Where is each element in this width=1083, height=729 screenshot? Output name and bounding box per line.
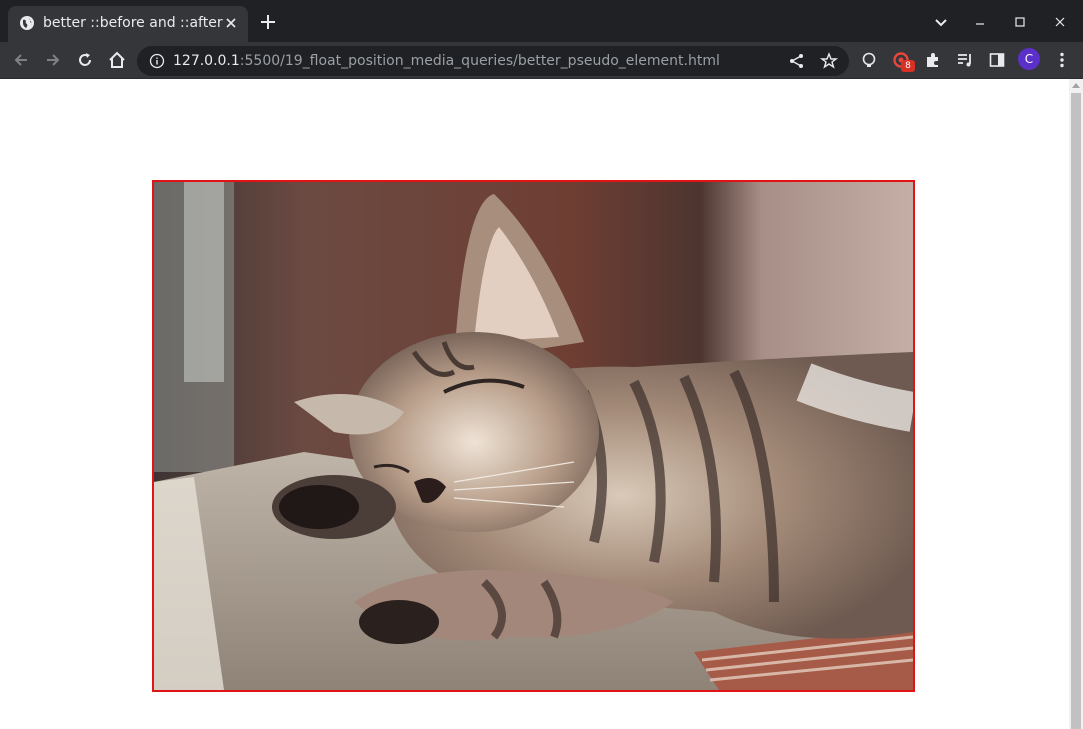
browser-titlebar: better ::before and ::after <box>0 0 1083 42</box>
browser-tab[interactable]: better ::before and ::after <box>8 6 248 42</box>
tab-search-icon[interactable] <box>931 12 951 32</box>
side-panel-icon[interactable] <box>987 50 1007 70</box>
media-control-icon[interactable] <box>955 50 975 70</box>
close-window-icon[interactable] <box>1050 12 1070 32</box>
home-icon[interactable] <box>107 50 127 70</box>
browser-toolbar: 127.0.0.1:5500/19_float_position_media_q… <box>0 42 1083 79</box>
kitten-photo <box>152 180 915 692</box>
maximize-icon[interactable] <box>1010 12 1030 32</box>
new-tab-icon[interactable] <box>258 12 278 32</box>
close-icon[interactable] <box>223 15 239 31</box>
reload-icon[interactable] <box>75 50 95 70</box>
url-host: 127.0.0.1 <box>173 53 240 69</box>
share-icon[interactable] <box>787 51 807 71</box>
info-icon[interactable] <box>149 53 165 69</box>
address-bar[interactable]: 127.0.0.1:5500/19_float_position_media_q… <box>137 46 849 76</box>
globe-icon <box>20 16 34 30</box>
url-text[interactable]: 127.0.0.1:5500/19_float_position_media_q… <box>173 52 720 70</box>
forward-icon[interactable] <box>43 50 63 70</box>
profile-avatar[interactable]: C <box>1018 48 1040 70</box>
lightbulb-icon[interactable] <box>859 50 879 70</box>
back-icon[interactable] <box>11 50 31 70</box>
scroll-up-arrow-icon[interactable] <box>1072 83 1080 88</box>
kitten-image <box>154 182 913 690</box>
url-path: :5500/19_float_position_media_queries/be… <box>239 53 720 69</box>
bookmark-star-icon[interactable] <box>819 51 839 71</box>
extensions-puzzle-icon[interactable] <box>923 50 943 70</box>
minimize-icon[interactable] <box>970 12 990 32</box>
page-viewport <box>0 79 1069 729</box>
scrollbar[interactable] <box>1069 79 1083 729</box>
tab-title: better ::before and ::after <box>43 15 223 31</box>
scroll-thumb[interactable] <box>1071 93 1081 729</box>
extension-badge: 8 <box>901 60 915 72</box>
menu-kebab-icon[interactable] <box>1052 50 1072 70</box>
